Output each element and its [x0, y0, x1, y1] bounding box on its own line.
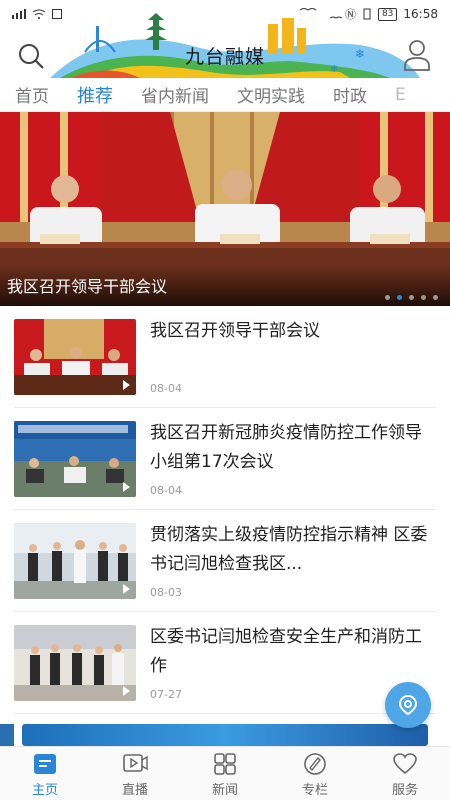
user-icon [404, 40, 430, 71]
news-list: 我区召开领导干部会议 08-04 我区召开新冠肺炎疫情防控工作领导小组第17次会… [0, 306, 450, 714]
vibrate-icon [363, 8, 371, 20]
status-bar: Ⓝ 83 16:58 [0, 0, 450, 28]
news-date: 08-03 [150, 586, 182, 599]
app-header: ❄ ❄ Ⓝ 83 16:58 九台融媒 [0, 0, 450, 78]
carousel-dot[interactable] [433, 295, 438, 300]
play-icon [123, 380, 130, 390]
service-heart-icon [393, 753, 417, 775]
nav-home[interactable]: 主页 [0, 747, 90, 800]
ad-strip-edge [0, 724, 14, 746]
nav-live[interactable]: 直播 [90, 747, 180, 800]
tab-province-news[interactable]: 省内新闻 [126, 82, 222, 107]
nav-column-label: 专栏 [301, 783, 328, 798]
news-thumbnail [14, 523, 136, 599]
news-item[interactable]: 我区召开领导干部会议 08-04 [14, 306, 436, 408]
promo-banner-strip[interactable] [22, 724, 428, 746]
news-item[interactable]: 区委书记闫旭检查安全生产和消防工作 07-27 [14, 612, 436, 714]
news-title: 我区召开领导干部会议 [150, 321, 320, 341]
carousel-dot[interactable] [409, 295, 414, 300]
news-thumbnail [14, 625, 136, 701]
tab-recommended[interactable]: 推荐 [62, 82, 126, 108]
tab-politics[interactable]: 时政 [318, 82, 380, 107]
news-thumbnail [14, 319, 136, 395]
news-thumbnail [14, 421, 136, 497]
user-profile-button[interactable] [402, 38, 432, 72]
banner-carousel[interactable]: 我区召开领导干部会议 [0, 112, 450, 306]
clock: 16:58 [403, 7, 438, 21]
banner-title: 我区召开领导干部会议 [7, 277, 168, 296]
news-grid-icon [214, 753, 236, 775]
news-date: 07-27 [150, 688, 182, 701]
app-title: 九台融媒 [184, 46, 265, 68]
live-icon [123, 754, 148, 772]
carousel-dot-active[interactable] [397, 295, 402, 300]
news-title: 我区召开新冠肺炎疫情防控工作领导小组第17次会议 [150, 423, 422, 472]
notification-icon [52, 9, 62, 19]
carousel-dot[interactable] [385, 295, 390, 300]
tab-home[interactable]: 首页 [0, 82, 62, 107]
news-title: 贯彻落实上级疫情防控指示精神 区委书记闫旭检查我区... [150, 525, 428, 574]
tab-civilization-practice[interactable]: 文明实践 [222, 82, 318, 107]
carousel-indicator [385, 295, 438, 300]
floating-location-button[interactable] [385, 682, 431, 728]
play-icon [123, 686, 130, 696]
battery-indicator: 83 [377, 7, 398, 21]
nav-live-label: 直播 [121, 783, 148, 798]
nav-column[interactable]: 专栏 [270, 747, 360, 800]
play-icon [123, 482, 130, 492]
nav-news[interactable]: 新闻 [180, 747, 270, 800]
nav-home-label: 主页 [31, 783, 58, 798]
home-icon [34, 754, 56, 774]
news-item[interactable]: 我区召开新冠肺炎疫情防控工作领导小组第17次会议 08-04 [14, 408, 436, 510]
nfc-icon: Ⓝ [344, 8, 356, 21]
play-icon [123, 584, 130, 594]
column-icon [304, 753, 326, 775]
nav-service-label: 服务 [391, 783, 418, 798]
wifi-icon [32, 9, 46, 19]
news-title: 区委书记闫旭检查安全生产和消防工作 [150, 627, 422, 676]
location-pin-icon [398, 694, 418, 716]
tab-more[interactable]: E [380, 85, 419, 105]
category-tabs: 首页 推荐 省内新闻 文明实践 时政 E [0, 78, 450, 112]
news-item[interactable]: 贯彻落实上级疫情防控指示精神 区委书记闫旭检查我区... 08-03 [14, 510, 436, 612]
news-date: 08-04 [150, 382, 182, 395]
nav-news-label: 新闻 [211, 783, 238, 798]
nav-service[interactable]: 服务 [360, 747, 450, 800]
carousel-dot[interactable] [421, 295, 426, 300]
news-date: 08-04 [150, 484, 182, 497]
bottom-navigation: 主页 直播 新闻 专栏 服务 [0, 746, 450, 800]
signal-icon [12, 9, 26, 19]
